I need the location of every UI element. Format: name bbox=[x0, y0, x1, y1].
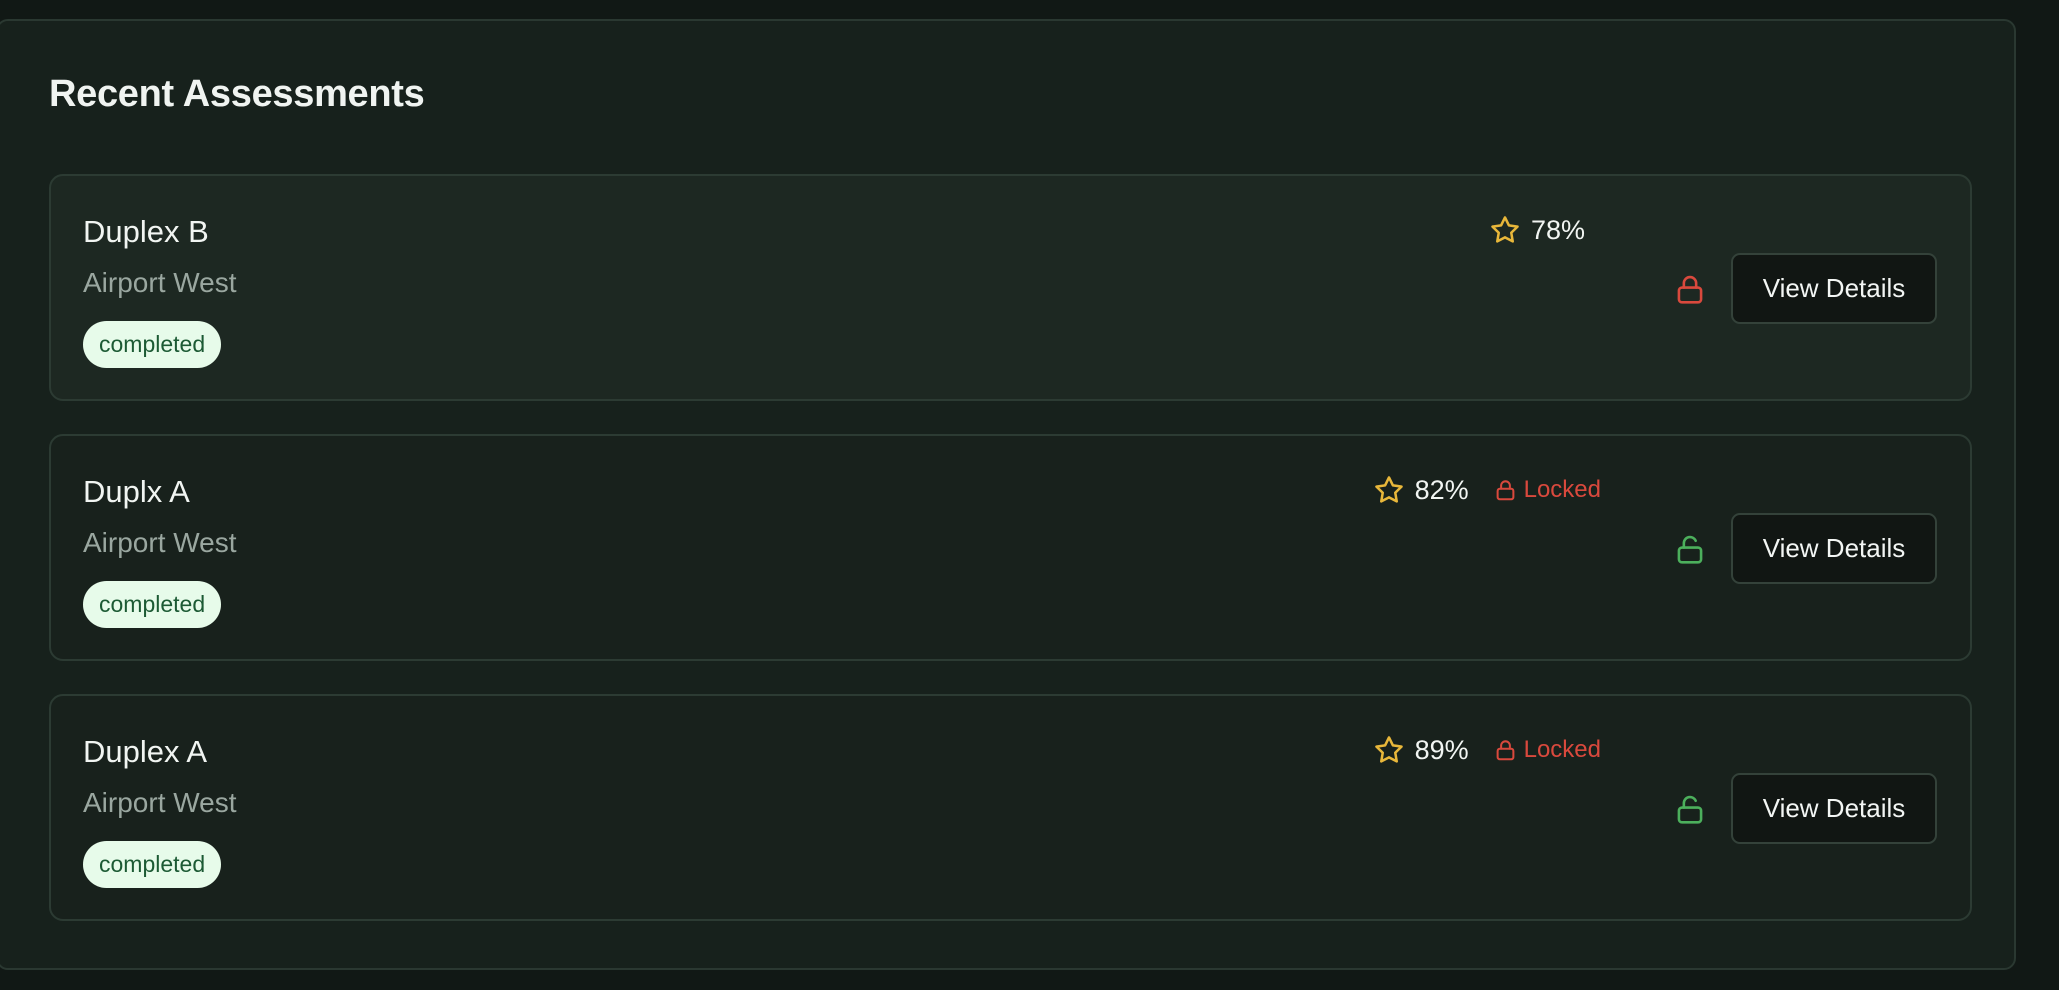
assessment-location: Airport West bbox=[83, 787, 237, 818]
view-details-button[interactable]: View Details bbox=[1731, 513, 1937, 584]
assessment-meta: 78% bbox=[1489, 210, 1601, 250]
assessment-meta: 82% Locked bbox=[1373, 470, 1601, 510]
lock-icon bbox=[1495, 479, 1516, 502]
lock-open-icon[interactable] bbox=[1670, 790, 1710, 830]
assessment-score: 78% bbox=[1530, 214, 1585, 245]
assessment-name: Duplex B bbox=[83, 214, 209, 249]
assessment-location: Airport West bbox=[83, 527, 237, 558]
star-icon bbox=[1489, 214, 1521, 246]
status-badge: completed bbox=[83, 841, 222, 888]
assessment-card: Duplex A Airport West completed 89% Lock… bbox=[49, 694, 1972, 921]
assessment-name: Duplx A bbox=[83, 474, 190, 509]
assessment-card: Duplex B Airport West completed 78% View… bbox=[49, 174, 1972, 401]
locked-label: Locked bbox=[1523, 476, 1601, 503]
locked-indicator: Locked bbox=[1495, 476, 1601, 504]
star-icon bbox=[1373, 474, 1405, 506]
assessment-card: Duplx A Airport West completed 82% Locke… bbox=[49, 434, 1972, 661]
locked-label: Locked bbox=[1523, 736, 1601, 763]
assessment-score: 82% bbox=[1414, 474, 1469, 505]
assessment-meta: 89% Locked bbox=[1373, 730, 1601, 770]
panel-title: Recent Assessments bbox=[49, 73, 425, 115]
recent-assessments-panel: Recent Assessments Duplex B Airport West… bbox=[0, 19, 2016, 970]
status-badge: completed bbox=[83, 581, 222, 628]
view-details-button[interactable]: View Details bbox=[1731, 253, 1937, 324]
view-details-button[interactable]: View Details bbox=[1731, 773, 1937, 844]
lock-icon bbox=[1495, 739, 1516, 762]
lock-closed-icon[interactable] bbox=[1670, 270, 1710, 310]
lock-open-icon[interactable] bbox=[1670, 530, 1710, 570]
star-icon bbox=[1373, 734, 1405, 766]
locked-indicator: Locked bbox=[1495, 736, 1601, 764]
assessment-name: Duplex A bbox=[83, 734, 208, 769]
assessment-score: 89% bbox=[1414, 734, 1469, 765]
assessment-location: Airport West bbox=[83, 267, 237, 298]
status-badge: completed bbox=[83, 321, 222, 368]
